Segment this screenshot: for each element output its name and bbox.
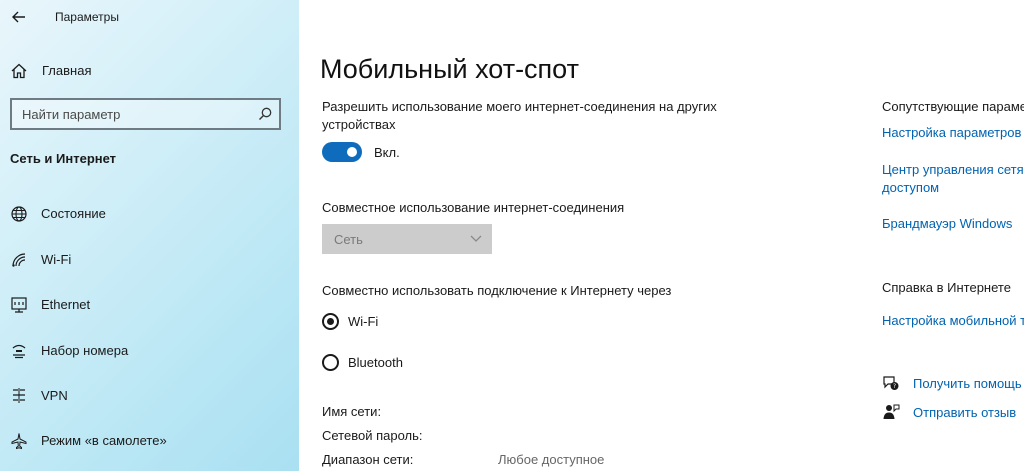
search-input[interactable]: Найти параметр	[10, 98, 281, 130]
link-adapter-settings[interactable]: Настройка параметров	[882, 124, 1021, 142]
sidebar-item-label: VPN	[41, 388, 68, 403]
hotspot-toggle[interactable]	[322, 142, 362, 162]
radio-label: Wi-Fi	[348, 314, 379, 329]
back-arrow-icon	[12, 11, 25, 23]
search-placeholder: Найти параметр	[22, 107, 121, 122]
sidebar-item-status[interactable]: Состояние	[10, 202, 280, 226]
web-help-title: Справка в Интернете	[882, 280, 1011, 295]
connection-select-value: Сеть	[334, 232, 363, 247]
feedback-person-icon	[883, 404, 900, 419]
app-title: Параметры	[55, 10, 119, 24]
vpn-icon	[13, 388, 25, 403]
sidebar-item-vpn[interactable]: VPN	[10, 384, 280, 408]
section-title: Сеть и Интернет	[10, 151, 117, 166]
title-bar: Параметры	[0, 0, 299, 34]
dialup-icon	[12, 344, 26, 359]
search-icon[interactable]	[257, 106, 273, 122]
connection-select[interactable]: Сеть	[322, 224, 492, 254]
link-mobile-hotspot-help[interactable]: Настройка мобильной т	[882, 312, 1024, 330]
sidebar-item-label: Набор номера	[41, 343, 129, 358]
link-network-center[interactable]: Центр управления сетя	[882, 161, 1024, 179]
toggle-state-label: Вкл.	[374, 145, 400, 160]
send-feedback-link[interactable]: Отправить отзыв	[882, 403, 1024, 423]
back-button[interactable]	[8, 6, 30, 28]
toggle-knob	[347, 147, 357, 157]
globe-icon	[11, 206, 27, 222]
sidebar-item-ethernet[interactable]: Ethernet	[10, 293, 280, 317]
share-via-label: Совместно использовать подключение к Инт…	[322, 283, 672, 298]
sidebar-item-label: Состояние	[41, 206, 106, 221]
radio-circle	[322, 354, 339, 371]
related-settings-panel: Сопутствующие параме Настройка параметро…	[882, 0, 1024, 471]
link-firewall[interactable]: Брандмауэр Windows	[882, 215, 1012, 233]
network-band-label: Диапазон сети:	[322, 452, 414, 467]
radio-dot	[327, 318, 334, 325]
link-network-center-cont[interactable]: доступом	[882, 179, 939, 197]
send-feedback-label: Отправить отзыв	[913, 405, 1017, 420]
home-icon	[11, 63, 27, 79]
radio-bluetooth[interactable]: Bluetooth	[322, 354, 522, 376]
page-title: Мобильный хот-спот	[320, 54, 579, 84]
sidebar-item-wifi[interactable]: Wi-Fi	[10, 248, 280, 272]
network-password-label: Сетевой пароль:	[322, 428, 423, 443]
connection-select-label: Совместное использование интернет-соедин…	[322, 200, 625, 215]
network-name-label: Имя сети:	[322, 404, 382, 419]
get-help-label: Получить помощь	[913, 376, 1022, 391]
chevron-down-icon	[470, 235, 482, 242]
get-help-link[interactable]: ? Получить помощь	[882, 374, 1024, 394]
sidebar-item-label: Режим «в самолете»	[41, 433, 167, 448]
help-chat-icon: ?	[883, 376, 899, 390]
radio-circle	[322, 313, 339, 330]
sidebar-item-dialup[interactable]: Набор номера	[10, 339, 280, 363]
wifi-icon	[12, 253, 26, 267]
sidebar-item-airplane[interactable]: Режим «в самолете»	[10, 429, 280, 453]
related-settings-title: Сопутствующие параме	[882, 99, 1024, 114]
sidebar-item-label: Ethernet	[41, 297, 91, 312]
radio-label: Bluetooth	[348, 355, 403, 370]
svg-text:?: ?	[893, 383, 896, 390]
sidebar-item-label: Wi-Fi	[41, 252, 72, 267]
share-connection-label: Разрешить использование моего интернет-с…	[322, 99, 717, 132]
sidebar: Параметры Главная Найти параметр Сеть и …	[0, 0, 299, 471]
home-label: Главная	[42, 63, 92, 78]
airplane-icon	[11, 433, 27, 450]
home-link[interactable]: Главная	[10, 60, 270, 82]
radio-wifi[interactable]: Wi-Fi	[322, 313, 522, 335]
network-band-value: Любое доступное	[498, 452, 605, 467]
ethernet-icon	[11, 297, 27, 313]
